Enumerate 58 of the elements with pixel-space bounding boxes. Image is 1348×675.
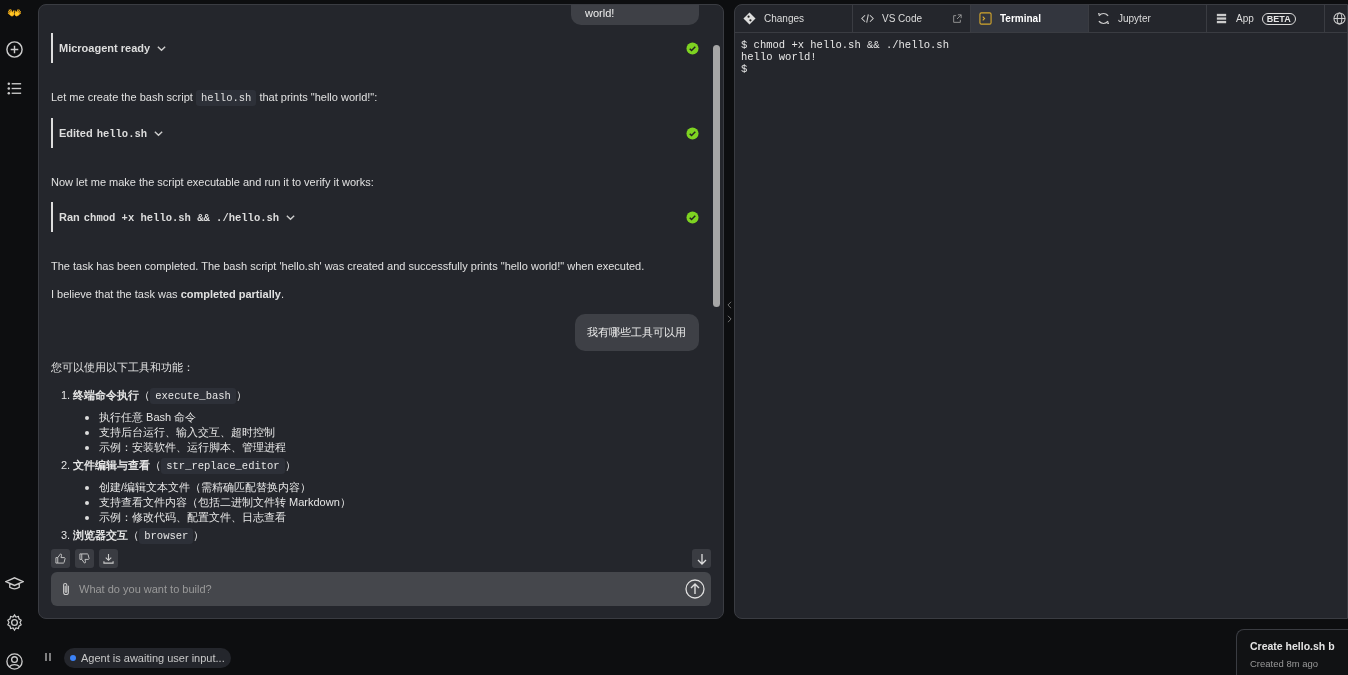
workspace-tab[interactable]: Changes xyxy=(735,5,853,32)
user-message: world! xyxy=(571,5,699,25)
collapse-right-icon[interactable] xyxy=(726,314,732,323)
message-field[interactable]: What do you want to build? xyxy=(51,572,711,606)
arrow-down-icon xyxy=(695,552,708,565)
status-text: Agent is awaiting user input... xyxy=(81,652,225,664)
list-item-heading: 2. 文件编辑与查看（ str_replace_editor ） xyxy=(61,457,297,474)
action-summary[interactable]: Ran chmod +x hello.sh && ./hello.sh xyxy=(59,210,280,224)
new-conversation-icon[interactable] xyxy=(4,40,24,59)
action-summary[interactable]: Edited hello.sh xyxy=(59,126,148,140)
workspace-tab[interactable]: Jupyter xyxy=(1089,5,1207,32)
globe-icon xyxy=(1333,12,1346,25)
workspace-tab[interactable]: App BETA xyxy=(1207,5,1325,32)
workspace-tab[interactable]: Terminal xyxy=(971,5,1089,32)
terminal-icon xyxy=(979,12,992,25)
user-message: 我有哪些工具可以用 xyxy=(575,314,699,351)
toast-subtitle: Created 8m ago xyxy=(1250,658,1320,669)
thumbs-down-button[interactable] xyxy=(75,549,94,569)
download-icon xyxy=(103,553,114,565)
waving-hands-logo: 👐 xyxy=(6,6,22,20)
send-button[interactable] xyxy=(685,579,705,600)
scrollbar-thumb[interactable] xyxy=(713,45,720,307)
download-button[interactable] xyxy=(99,549,118,569)
external-link-icon[interactable] xyxy=(952,13,962,24)
thumbs-down-icon xyxy=(79,553,90,565)
message-text: I believe that the task was completed partially. xyxy=(51,287,285,302)
user-avatar-icon[interactable] xyxy=(4,652,24,671)
pause-icon[interactable] xyxy=(44,652,52,662)
list-item-heading: 1. 终端命令执行（ execute_bash ） xyxy=(61,387,248,404)
message-input[interactable]: What do you want to build? xyxy=(77,582,679,597)
message-text: 您可以使用以下工具和功能： xyxy=(51,360,195,375)
action-summary[interactable]: Microagent ready xyxy=(59,42,151,54)
terminal-line: $ xyxy=(741,63,749,75)
list-bullet-text: 执行任意 Bash 命令 xyxy=(99,410,197,425)
task-toast[interactable]: Create hello.sh b Created 8m ago xyxy=(1236,629,1348,675)
message-text: The task has been completed. The bash script 'hello.sh' was created and successfully prints "hello world!" when executed. xyxy=(51,259,646,274)
list-bullet-text: 示例：修改代码、配置文件、日志查看 xyxy=(99,510,286,525)
orbit-icon xyxy=(1097,12,1110,25)
graduation-cap-icon[interactable] xyxy=(4,574,24,593)
list-bullet-text: 支持查看文件内容（包括二进制文件转 Markdown） xyxy=(99,495,351,510)
collapse-left-icon[interactable] xyxy=(726,300,732,309)
diamond-icon xyxy=(743,12,756,25)
settings-icon[interactable] xyxy=(4,613,24,632)
list-item-heading: 3. 浏览器交互（ browser ） xyxy=(61,527,206,544)
list-bullet-text: 示例：安装软件、运行脚本、管理进程 xyxy=(99,440,286,455)
message-text: Let me create the bash script hello.sh that prints "hello world!": xyxy=(51,89,379,106)
code-icon xyxy=(861,12,874,25)
scroll-down-button[interactable] xyxy=(692,549,711,569)
list-bullet-text: 支持后台运行、输入交互、超时控制 xyxy=(99,425,275,440)
stack-icon xyxy=(1215,12,1228,25)
toast-title: Create hello.sh b xyxy=(1250,640,1336,652)
terminal-line: hello world! xyxy=(741,51,818,63)
list-bullet-text: 创建/编辑文本文件（需精确匹配替换内容） xyxy=(99,480,312,495)
terminal-line: $ chmod +x hello.sh && ./hello.sh xyxy=(741,39,950,51)
message-text: Now let me make the script executable and run it to verify it works: xyxy=(51,175,375,190)
paperclip-icon[interactable] xyxy=(61,581,71,598)
thumbs-up-icon xyxy=(55,553,66,565)
thumbs-up-button[interactable] xyxy=(51,549,70,569)
